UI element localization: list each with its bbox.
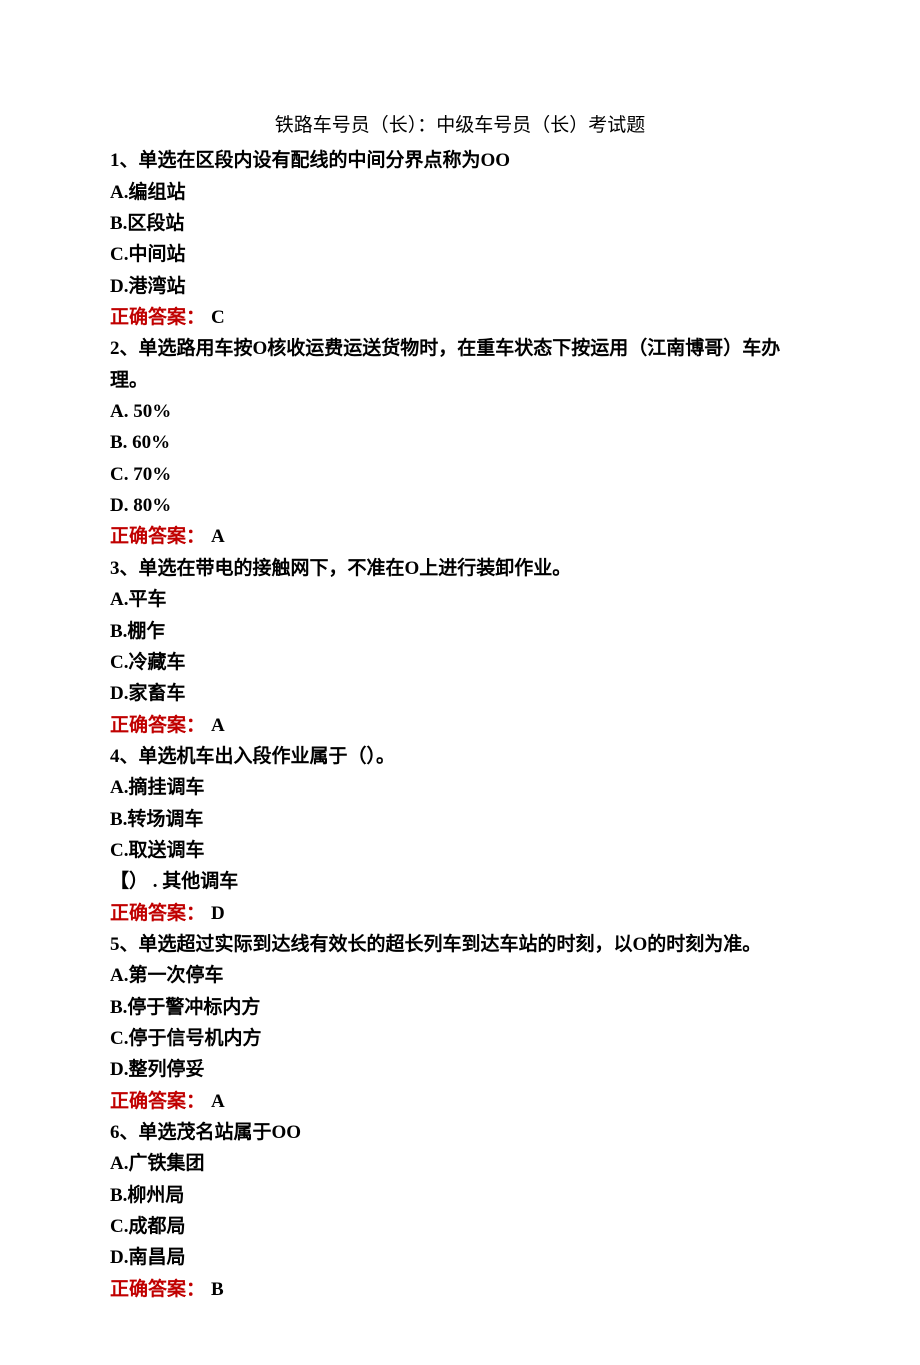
question-text: 4、单选机车出入段作业属于（）。 <box>110 741 810 772</box>
question-option: B.棚乍 <box>110 616 810 647</box>
answer-value: C <box>211 307 225 328</box>
answer-line: 正确答案： A <box>110 1086 810 1117</box>
answer-line: 正确答案： C <box>110 302 810 333</box>
question-option: D.整列停妥 <box>110 1054 810 1085</box>
answer-value: A <box>211 715 225 736</box>
question-block-6: 6、单选茂名站属于OO A.广铁集团 B.柳州局 C.成都局 D.南昌局 正确答… <box>110 1117 810 1305</box>
question-option: C.成都局 <box>110 1211 810 1242</box>
question-option: C.中间站 <box>110 239 810 270</box>
question-option: B.转场调车 <box>110 804 810 835</box>
question-option: 【） . 其他调车 <box>110 866 810 897</box>
question-block-5: 5、单选超过实际到达线有效长的超长列车到达车站的时刻，以O的时刻为准。 A.第一… <box>110 929 810 1117</box>
question-option: A.平车 <box>110 584 810 615</box>
question-text: 1、单选在区段内设有配线的中间分界点称为OO <box>110 145 810 176</box>
answer-label: 正确答案： <box>110 903 205 924</box>
question-option: A.广铁集团 <box>110 1148 810 1179</box>
answer-label: 正确答案： <box>110 307 205 328</box>
question-text: 3、单选在带电的接触网下，不准在O上进行装卸作业。 <box>110 553 810 584</box>
question-block-3: 3、单选在带电的接触网下，不准在O上进行装卸作业。 A.平车 B.棚乍 C.冷藏… <box>110 553 810 741</box>
question-option: B.区段站 <box>110 208 810 239</box>
question-text: 5、单选超过实际到达线有效长的超长列车到达车站的时刻，以O的时刻为准。 <box>110 929 810 960</box>
question-option: C.取送调车 <box>110 835 810 866</box>
answer-line: 正确答案： B <box>110 1274 810 1305</box>
answer-value: D <box>211 903 225 924</box>
answer-label: 正确答案： <box>110 526 205 547</box>
answer-line: 正确答案： A <box>110 521 810 552</box>
question-option: A.第一次停车 <box>110 960 810 991</box>
page-title: 铁路车号员（长）：中级车号员（长）考试题 <box>110 110 810 141</box>
question-text: 2、单选路用车按O核收运费运送货物时，在重车状态下按运用（江南博哥）车办理。 <box>110 333 810 396</box>
document-page: 铁路车号员（长）：中级车号员（长）考试题 1、单选在区段内设有配线的中间分界点称… <box>0 0 920 1365</box>
answer-line: 正确答案： A <box>110 710 810 741</box>
question-option: D.港湾站 <box>110 271 810 302</box>
answer-value: A <box>211 526 225 547</box>
question-option: A.编组站 <box>110 177 810 208</box>
question-option: D.南昌局 <box>110 1242 810 1273</box>
question-option: C.冷藏车 <box>110 647 810 678</box>
question-text: 6、单选茂名站属于OO <box>110 1117 810 1148</box>
question-option: A. 50% <box>110 396 810 427</box>
answer-label: 正确答案： <box>110 1091 205 1112</box>
question-block-1: 1、单选在区段内设有配线的中间分界点称为OO A.编组站 B.区段站 C.中间站… <box>110 145 810 333</box>
question-option: C. 70% <box>110 459 810 490</box>
answer-label: 正确答案： <box>110 715 205 736</box>
question-block-2: 2、单选路用车按O核收运费运送货物时，在重车状态下按运用（江南博哥）车办理。 A… <box>110 333 810 552</box>
question-option: D. 80% <box>110 490 810 521</box>
question-block-4: 4、单选机车出入段作业属于（）。 A.摘挂调车 B.转场调车 C.取送调车 【）… <box>110 741 810 929</box>
answer-line: 正确答案： D <box>110 898 810 929</box>
answer-label: 正确答案： <box>110 1279 205 1300</box>
question-option: B.柳州局 <box>110 1180 810 1211</box>
answer-value: A <box>211 1091 225 1112</box>
question-option: C.停于信号机内方 <box>110 1023 810 1054</box>
question-option: B. 60% <box>110 427 810 458</box>
question-option: D.家畜车 <box>110 678 810 709</box>
answer-value: B <box>211 1279 224 1300</box>
question-option: A.摘挂调车 <box>110 772 810 803</box>
question-option: B.停于警冲标内方 <box>110 992 810 1023</box>
